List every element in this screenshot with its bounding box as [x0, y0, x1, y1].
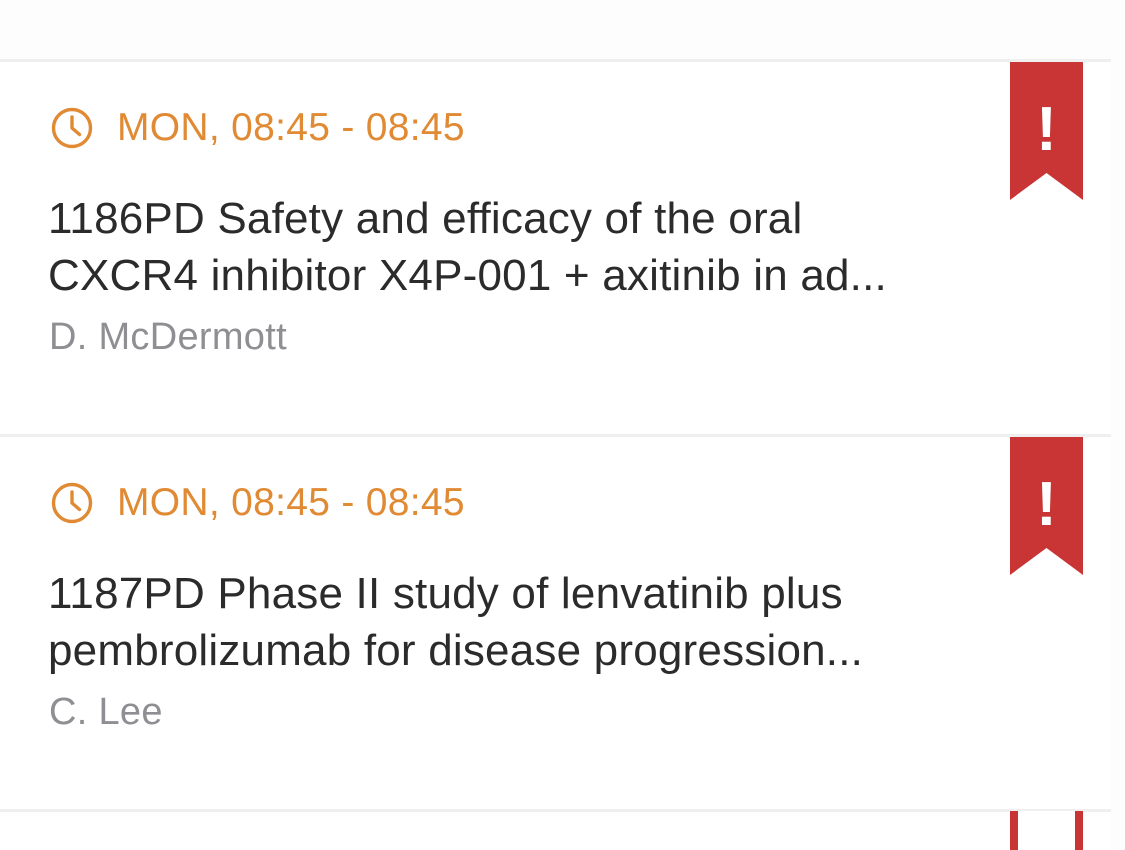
- exclamation-bookmark-icon[interactable]: !: [1010, 437, 1083, 575]
- session-title: 1186PD Safety and efficacy of the oral C…: [48, 190, 978, 304]
- next-card-bookmark-icon[interactable]: [1010, 811, 1083, 850]
- session-title-line-1: 1187PD Phase II study of lenvatinib plus: [48, 569, 843, 618]
- session-title: 1187PD Phase II study of lenvatinib plus…: [48, 565, 978, 679]
- list-divider: [0, 809, 1111, 812]
- session-title-line-2: CXCR4 inhibitor X4P-001 + axitinib in ad…: [48, 251, 887, 300]
- bookmark-exclamation-mark: !: [1036, 470, 1057, 539]
- exclamation-bookmark-icon[interactable]: !: [1010, 62, 1083, 200]
- session-time: MON, 08:45 - 08:45: [117, 106, 465, 149]
- clock-icon: [51, 107, 93, 149]
- list-top-gap: [0, 0, 1125, 59]
- bookmark-exclamation-mark: !: [1036, 95, 1057, 164]
- session-time-row: MON, 08:45 - 08:45: [50, 105, 465, 151]
- session-time-row: MON, 08:45 - 08:45: [50, 480, 465, 526]
- scroll-edge: [1111, 0, 1125, 850]
- clock-icon: [51, 482, 93, 524]
- session-title-line-1: 1186PD Safety and efficacy of the oral: [48, 194, 803, 243]
- session-list-screen: MON, 08:45 - 08:45 1186PD Safety and eff…: [0, 0, 1125, 850]
- session-card[interactable]: MON, 08:45 - 08:45 1187PD Phase II study…: [0, 437, 1111, 809]
- session-card[interactable]: MON, 08:45 - 08:45 1186PD Safety and eff…: [0, 62, 1111, 434]
- session-presenter: D. McDermott: [49, 316, 287, 358]
- session-time: MON, 08:45 - 08:45: [117, 481, 465, 524]
- session-presenter: C. Lee: [49, 691, 163, 733]
- session-title-line-2: pembrolizumab for disease progression...: [48, 626, 864, 675]
